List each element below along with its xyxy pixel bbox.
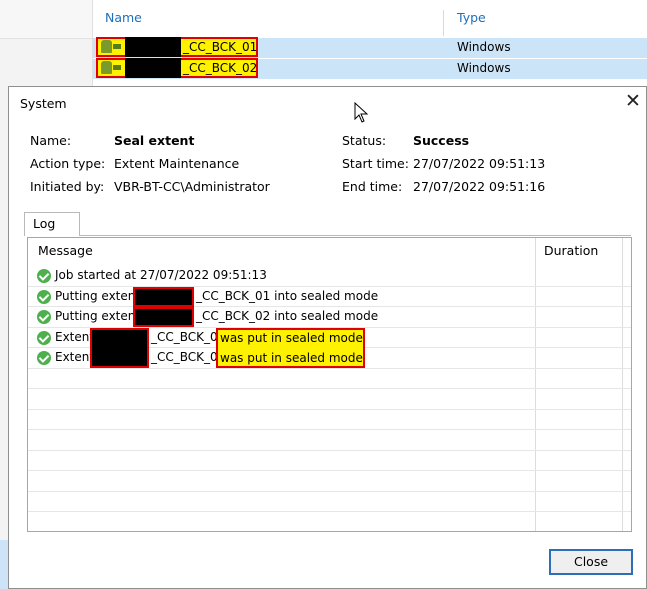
dialog-title: System	[20, 96, 67, 111]
column-divider	[535, 238, 536, 531]
success-check-icon	[37, 290, 51, 304]
log-table[interactable]: Message Duration Job started at 27/07/20…	[27, 237, 632, 532]
log-message: Job started at 27/07/2022 09:51:13	[55, 268, 267, 282]
log-row[interactable]: Job started at 27/07/2022 09:51:13	[28, 266, 535, 286]
column-header-duration[interactable]: Duration	[544, 243, 598, 258]
highlight-box: was put in sealed mode was put in sealed…	[216, 328, 365, 368]
row-type-text: Windows	[457, 61, 511, 75]
status-value: Success	[413, 133, 470, 148]
column-divider	[622, 238, 623, 531]
row-divider	[28, 450, 631, 451]
log-header: Message Duration	[28, 238, 631, 262]
success-check-icon	[37, 310, 51, 324]
success-check-icon	[37, 351, 51, 365]
initiated-by-value: VBR-BT-CC\Administrator	[114, 179, 270, 194]
log-message-suffix: _CC_BCK_01 into sealed mode	[196, 289, 379, 303]
log-message-prefix: Putting extent	[55, 289, 141, 303]
tab-log[interactable]: Log	[24, 212, 80, 236]
log-message-prefix: Extent	[55, 350, 95, 364]
column-header-message[interactable]: Message	[38, 243, 93, 258]
end-time-label: End time:	[342, 179, 403, 194]
close-button[interactable]: Close	[549, 549, 633, 575]
redaction	[125, 58, 181, 78]
column-separator[interactable]	[443, 10, 444, 36]
row-divider	[28, 491, 631, 492]
initiated-by-label: Initiated by:	[30, 179, 105, 194]
redaction	[90, 328, 149, 368]
log-row[interactable]: Putting extent _CC_BCK_02 into sealed mo…	[28, 307, 535, 327]
mouse-cursor-icon	[354, 102, 369, 123]
background-toolbar	[0, 0, 92, 39]
log-message-suffix: _CC_BCK_02 into sealed mode	[196, 309, 379, 323]
log-message-suffix: _CC_BCK_02	[151, 350, 226, 364]
close-icon[interactable]: ✕	[623, 91, 643, 111]
start-time-value: 27/07/2022 09:51:13	[413, 156, 546, 171]
extent-lock-icon	[100, 39, 122, 55]
row-divider	[28, 368, 631, 369]
name-value: Seal extent	[114, 133, 195, 148]
log-message-prefix: Extent	[55, 330, 95, 344]
action-type-label: Action type:	[30, 156, 106, 171]
column-header-type[interactable]: Type	[457, 10, 486, 25]
row-divider	[28, 409, 631, 410]
row-divider	[28, 388, 631, 389]
redaction	[133, 307, 194, 327]
row-divider	[28, 511, 631, 512]
tab-log-label: Log	[33, 216, 56, 231]
status-label: Status:	[342, 133, 387, 148]
redaction	[125, 37, 181, 57]
row-divider	[28, 470, 631, 471]
highlight-text: was put in sealed mode	[220, 331, 363, 345]
row-divider	[28, 429, 631, 430]
log-row[interactable]: Putting extent _CC_BCK_01 into sealed mo…	[28, 287, 535, 307]
success-check-icon	[37, 269, 51, 283]
redaction	[133, 287, 194, 307]
start-time-label: Start time:	[342, 156, 409, 171]
extent-lock-icon	[100, 60, 122, 76]
column-header-name[interactable]: Name	[105, 10, 142, 25]
session-dialog: System ✕ Name: Seal extent Action type: …	[8, 86, 647, 589]
success-check-icon	[37, 331, 51, 345]
row-name-text: _CC_BCK_02	[183, 61, 258, 75]
log-message-prefix: Putting extent	[55, 309, 141, 323]
row-type-text: Windows	[457, 40, 511, 54]
name-label: Name:	[30, 133, 72, 148]
highlight-text: was put in sealed mode	[220, 351, 363, 365]
action-type-value: Extent Maintenance	[114, 156, 240, 171]
row-name-text: _CC_BCK_01	[183, 40, 258, 54]
end-time-value: 27/07/2022 09:51:16	[413, 179, 546, 194]
tab-divider	[79, 235, 631, 236]
log-message-suffix: _CC_BCK_01	[151, 330, 226, 344]
